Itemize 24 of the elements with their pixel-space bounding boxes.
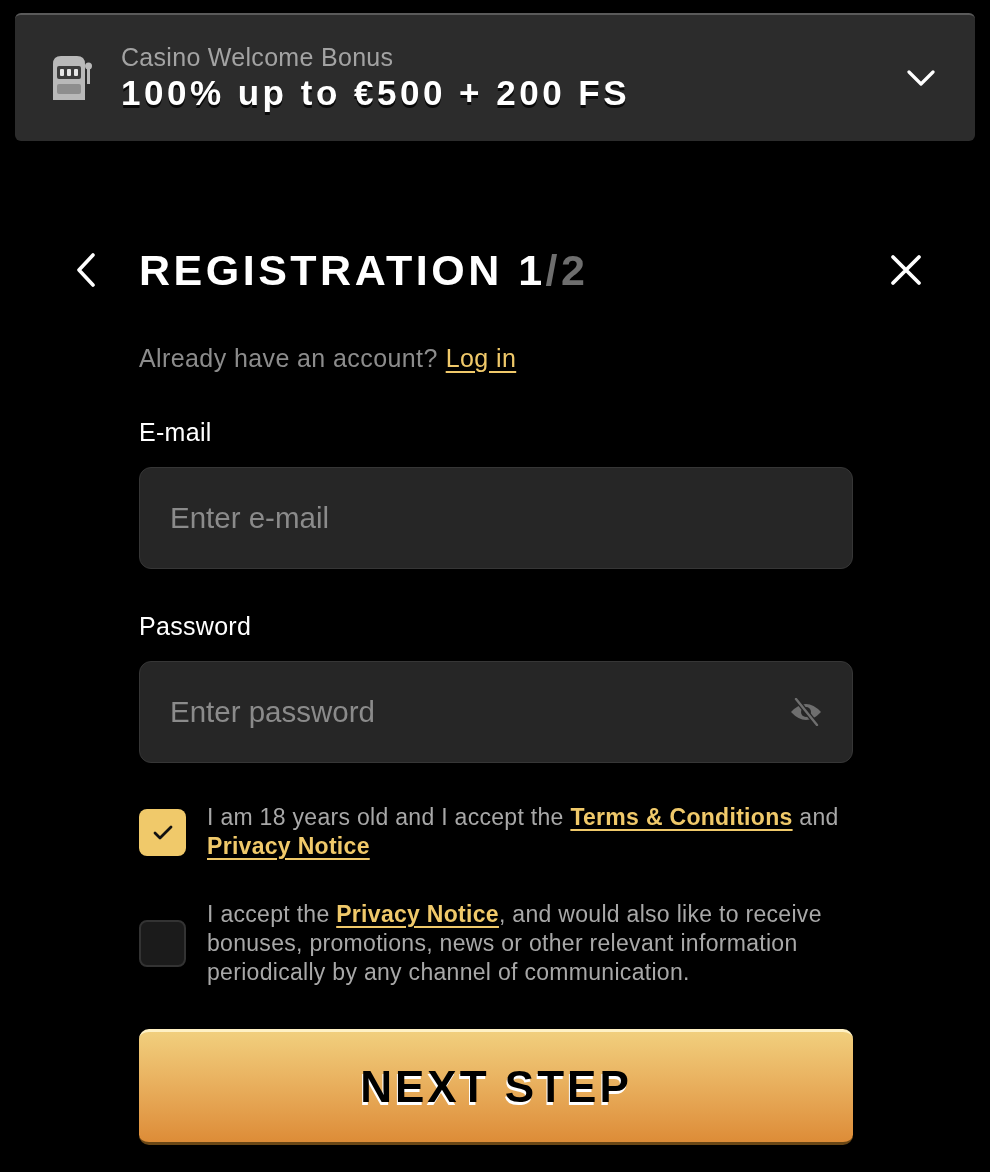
toggle-visibility-button[interactable] — [789, 695, 823, 729]
policy-link[interactable]: Privacy Notice — [207, 833, 370, 859]
next-step-button[interactable]: NEXT STEP — [139, 1029, 853, 1145]
email-field[interactable]: Enter e-mail — [139, 467, 853, 569]
eye-slash-icon — [790, 698, 822, 726]
checkbox[interactable] — [139, 920, 186, 967]
back-icon — [76, 253, 96, 287]
login-prompt: Already have an account? — [139, 343, 438, 374]
chevron-icon — [907, 70, 935, 86]
bonus-category: Casino Welcome Bonus — [121, 42, 395, 72]
close-icon — [890, 254, 922, 286]
field-label: E-mail — [139, 417, 213, 448]
bonus-banner[interactable]: Casino Welcome Bonus 100% up to €500 + 200 FS — [15, 13, 975, 141]
registration-title: REGISTRATION 1/2 — [139, 245, 589, 296]
bonus-offer: 100% up to €500 + 200 FS — [121, 72, 631, 114]
consent-text: I accept the Privacy Notice, and would also like to receive bonuses, promotions, news or other relevant information periodically by any channel of communication. — [207, 900, 823, 987]
check-icon — [152, 824, 173, 840]
policy-link[interactable]: Terms & Conditions — [570, 804, 793, 830]
policy-link[interactable]: Privacy Notice — [336, 901, 499, 927]
checkbox[interactable] — [139, 808, 186, 856]
login-link[interactable]: Log in — [445, 342, 517, 374]
field-label: Password — [139, 611, 253, 642]
password-field[interactable]: Enter password — [139, 661, 853, 763]
consent-text: I am 18 years old and I accept the Terms & Conditions and Privacy Notice — [207, 803, 840, 861]
